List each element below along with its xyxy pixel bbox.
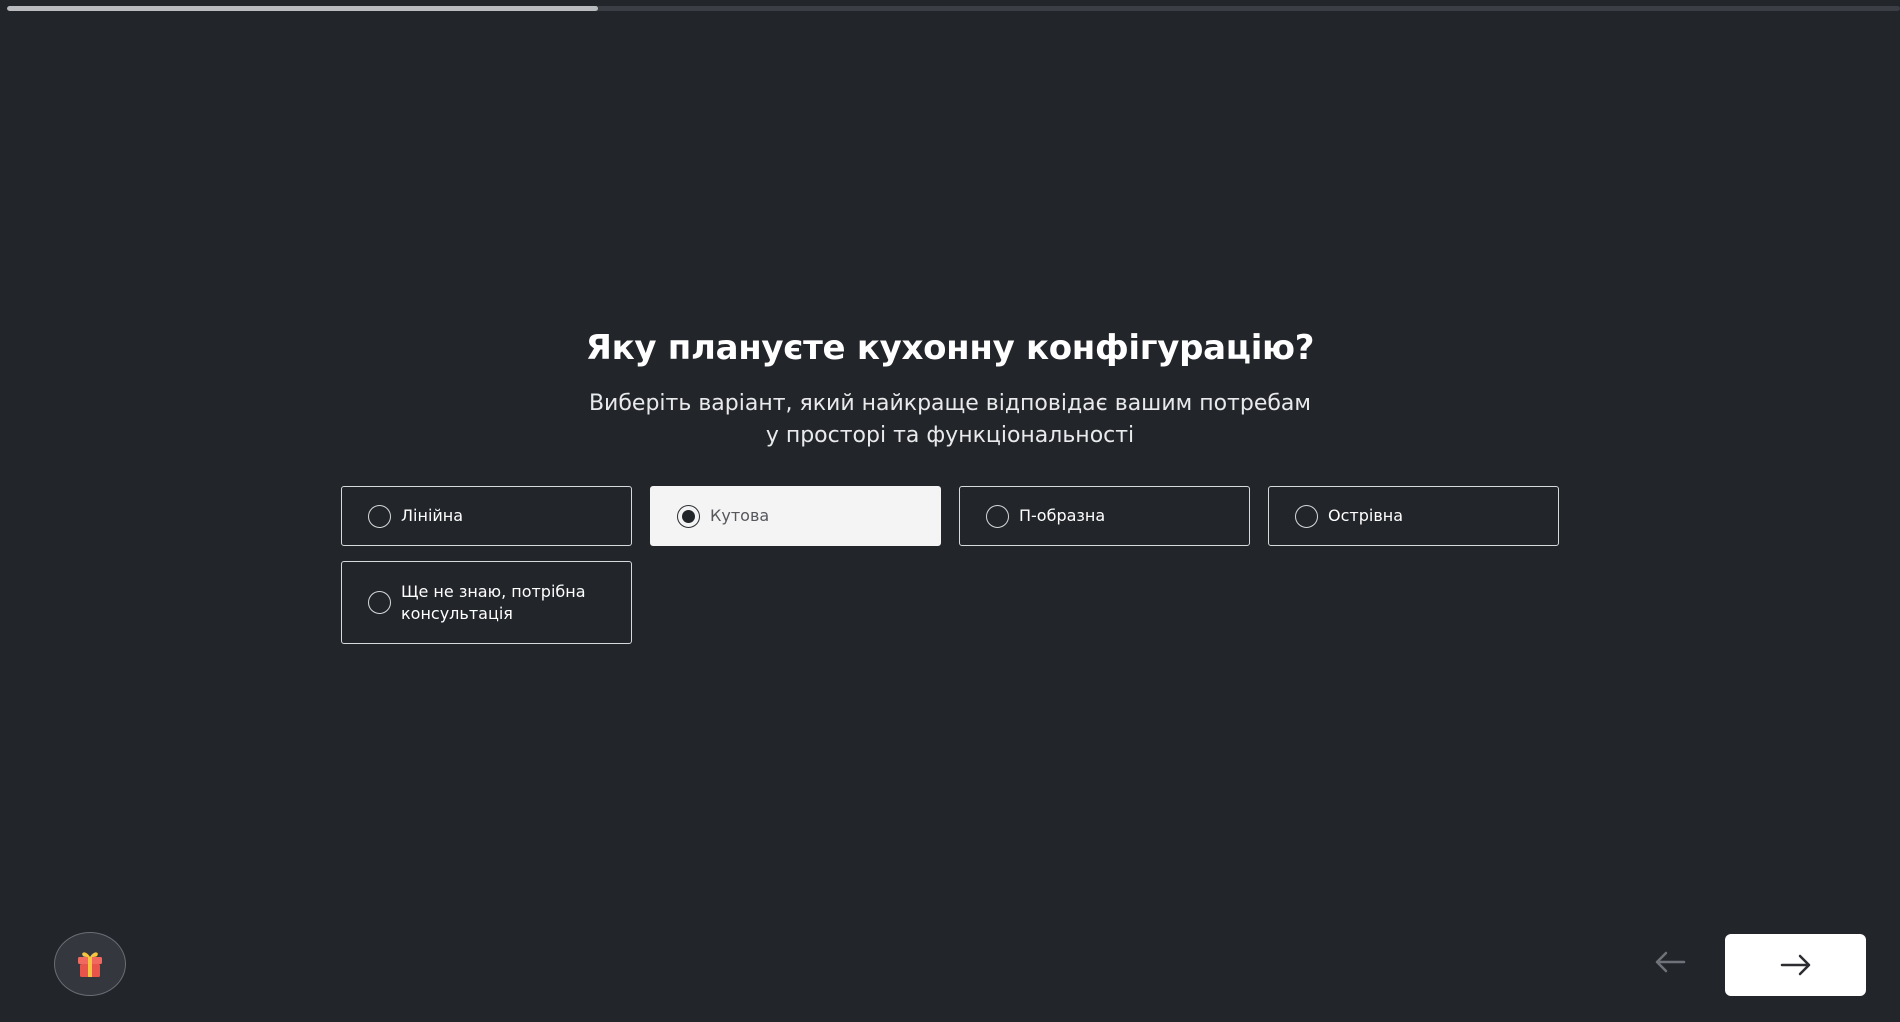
arrow-left-icon [1655,951,1686,973]
next-button[interactable] [1725,934,1866,996]
option-label-line-2: консультація [401,603,513,623]
progress-bar [7,6,1900,11]
option-need-consultation[interactable]: Ще не знаю, потрібна консультація [341,561,632,644]
option-linear[interactable]: Лінійна [341,486,632,546]
options-grid: Лінійна Кутова П-образна Острівна Ще не … [341,486,1561,644]
radio-button-selected[interactable] [677,504,700,528]
gift-button[interactable] [54,932,126,996]
question-title: Яку плануєте кухонну конфігурацію? [585,328,1315,368]
subtitle-line-2: у просторі та функціональності [765,423,1135,448]
question-header: Яку плануєте кухонну конфігурацію? Вибер… [0,322,1900,452]
radio-dot [682,509,695,523]
option-label: Острівна [1328,506,1404,525]
option-label: П-образна [1019,506,1106,525]
option-u-shaped[interactable]: П-образна [959,486,1250,546]
option-island[interactable]: Острівна [1268,486,1559,546]
option-corner[interactable]: Кутова [650,486,941,546]
gift-icon [78,952,102,977]
radio-button[interactable] [368,591,391,614]
progress-bar-fill [7,6,598,11]
arrow-right-icon [1780,954,1810,976]
radio-button[interactable] [986,504,1009,528]
option-label-line-1: Ще не знаю, потрібна [401,581,586,601]
option-label: Лінійна [401,506,464,525]
subtitle-line-1: Виберіть варіант, який найкраще відповід… [588,391,1312,416]
option-label: Ще не знаю, потрібна консультація [401,581,586,625]
radio-button[interactable] [368,504,391,528]
option-label: Кутова [710,506,770,525]
quiz-page: Яку плануєте кухонну конфігурацію? Вибер… [0,0,1900,1022]
question-subtitle: Виберіть варіант, який найкраще відповід… [0,388,1900,452]
radio-button[interactable] [1295,504,1318,528]
back-button[interactable] [1648,944,1692,980]
